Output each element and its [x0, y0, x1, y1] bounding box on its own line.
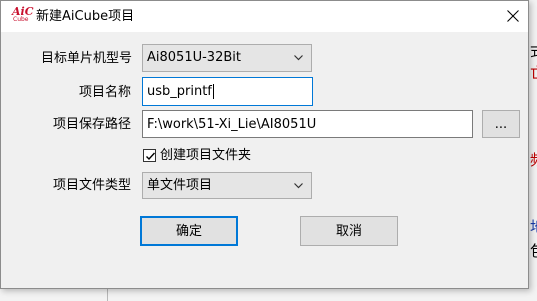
browse-button-label: ...	[494, 117, 508, 132]
dialog-title: 新建AiCube项目	[36, 9, 135, 24]
ok-button-label: 确定	[175, 224, 202, 239]
create-folder-label: 创建项目文件夹	[160, 148, 252, 163]
project-name-label: 项目名称	[78, 85, 131, 100]
background-text-fragment: 式	[530, 44, 537, 59]
project-name-value: usb_printf	[147, 84, 212, 99]
browse-button[interactable]: ...	[482, 110, 520, 138]
background-text-fragment: 包	[530, 244, 537, 259]
file-type-value: 单文件项目	[147, 178, 213, 193]
close-icon	[507, 10, 519, 22]
save-path-value: F:\work\51-Xi_Lie\AI8051U	[147, 117, 317, 132]
background-text-fragment: 地	[530, 220, 537, 235]
chevron-down-icon	[294, 55, 303, 61]
file-type-select[interactable]: 单文件项目	[142, 172, 312, 199]
background-text-fragment: 频	[530, 153, 537, 168]
new-project-dialog: AiC Cube 新建AiCube项目 目标单片机型号 Ai8051U-32Bi…	[0, 0, 529, 289]
cancel-button-label: 取消	[335, 224, 362, 239]
close-button[interactable]	[498, 2, 528, 31]
ok-button[interactable]: 确定	[140, 216, 238, 246]
file-type-label: 项目文件类型	[52, 178, 131, 193]
save-path-input[interactable]: F:\work\51-Xi_Lie\AI8051U	[142, 110, 473, 138]
save-path-label: 项目保存路径	[52, 117, 131, 132]
aicube-logo-icon: AiC Cube	[12, 6, 33, 26]
mcu-model-select[interactable]: Ai8051U-32Bit	[142, 44, 312, 72]
text-caret	[212, 84, 214, 99]
logo-text-bottom: Cube	[13, 16, 29, 23]
dialog-titlebar[interactable]: AiC Cube 新建AiCube项目	[1, 1, 528, 32]
mcu-model-value: Ai8051U-32Bit	[147, 50, 241, 65]
checkbox-box[interactable]	[143, 149, 156, 162]
mcu-model-label: 目标单片机型号	[41, 51, 133, 66]
project-name-input[interactable]: usb_printf	[142, 77, 313, 106]
background-text-fragment: 亡	[530, 66, 537, 81]
cancel-button[interactable]: 取消	[300, 216, 398, 246]
chevron-down-icon	[294, 183, 303, 189]
checkmark-icon	[146, 152, 156, 161]
